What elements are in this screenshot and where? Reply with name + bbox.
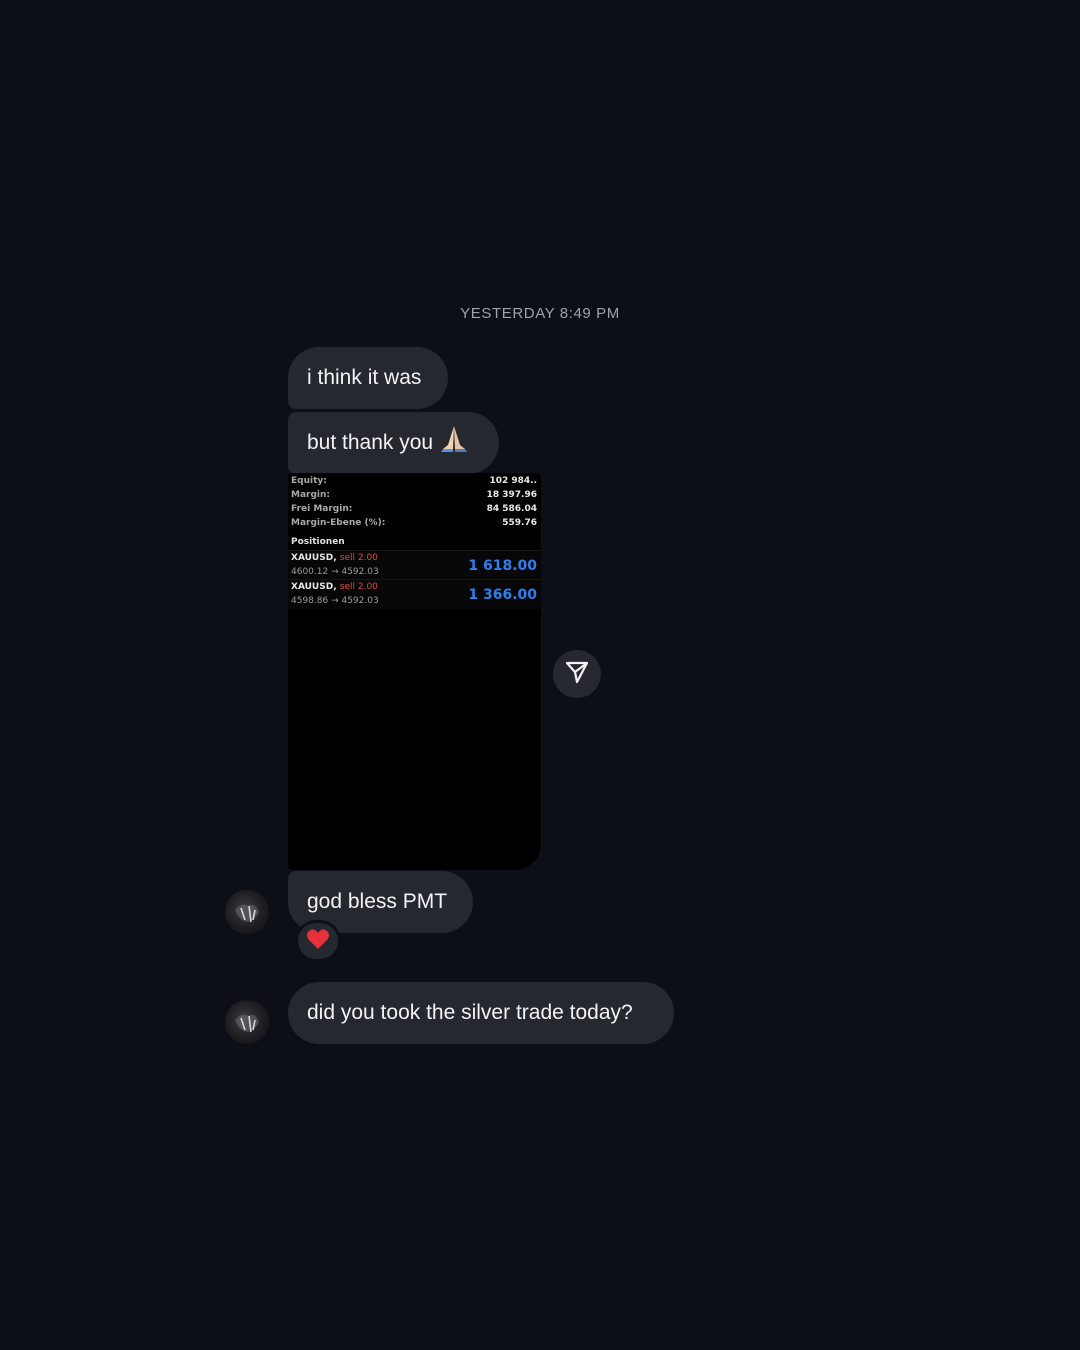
account-row: Margin: 18 397.96 — [291, 490, 537, 504]
message-text: did you took the silver trade today? — [307, 1001, 633, 1024]
position-side: sell 2.00 — [339, 553, 378, 563]
paper-plane-icon — [564, 659, 590, 690]
avatar[interactable] — [225, 890, 269, 934]
position-prices: 4598.86 → 4592.03 — [291, 596, 379, 606]
account-row: Equity: 102 984.. — [291, 476, 537, 490]
reaction-badge[interactable] — [295, 920, 341, 962]
account-label: Margin: — [291, 490, 331, 500]
account-value: 84 586.04 — [486, 504, 537, 514]
message-text: i think it was — [307, 366, 422, 389]
position-prices: 4600.12 → 4592.03 — [291, 567, 379, 577]
position-profit: 1 618.00 — [468, 558, 537, 574]
account-value: 18 397.96 — [486, 490, 537, 500]
account-label: Frei Margin: — [291, 504, 353, 514]
message-text: but thank you — [307, 431, 434, 454]
account-label: Margin-Ebene (%): — [291, 518, 386, 528]
account-value: 559.76 — [502, 518, 537, 528]
message-timestamp: YESTERDAY 8:49 PM — [460, 305, 620, 322]
avatar[interactable] — [225, 1000, 269, 1044]
folded-hands-icon — [439, 416, 469, 478]
share-button[interactable] — [553, 650, 601, 698]
position-row: XAUUSD, sell 2.00 4598.86 → 4592.03 1 36… — [288, 579, 541, 609]
position-row: XAUUSD, sell 2.00 4600.12 → 4592.03 1 61… — [288, 550, 541, 580]
account-row: Frei Margin: 84 586.04 — [291, 504, 537, 518]
shared-trading-screenshot[interactable]: Equity: 102 984.. Margin: 18 397.96 Frei… — [288, 473, 541, 870]
position-side: sell 2.00 — [339, 582, 378, 592]
message-bubble[interactable]: did you took the silver trade today? — [288, 982, 674, 1044]
account-value: 102 984.. — [489, 476, 537, 486]
message-bubble[interactable]: but thank you — [288, 412, 499, 474]
position-profit: 1 366.00 — [468, 587, 537, 603]
message-text: god bless PMT — [307, 890, 448, 913]
message-bubble[interactable]: i think it was — [288, 347, 448, 409]
position-symbol: XAUUSD, sell 2.00 — [291, 582, 378, 592]
heart-icon — [306, 928, 330, 955]
position-symbol: XAUUSD, sell 2.00 — [291, 553, 378, 563]
positions-heading: Positionen — [291, 537, 345, 547]
account-label: Equity: — [291, 476, 327, 486]
account-row: Margin-Ebene (%): 559.76 — [291, 518, 537, 532]
